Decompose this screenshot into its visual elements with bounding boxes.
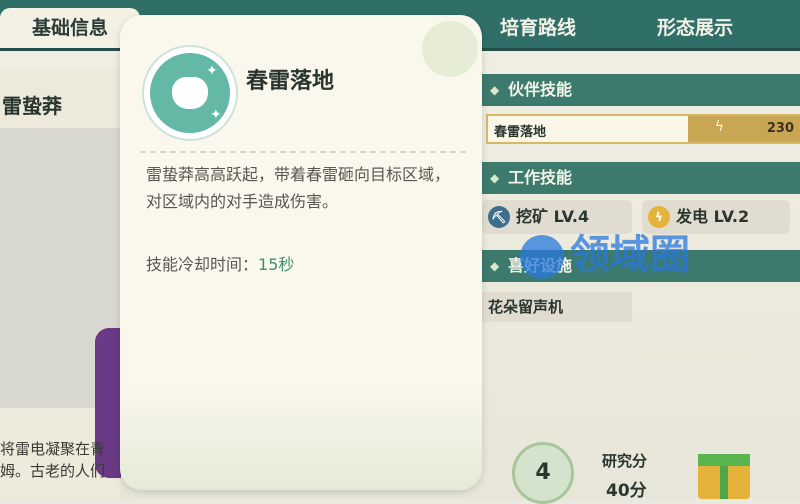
research-score: 40分 [606, 481, 647, 501]
bear-face-icon [172, 77, 208, 109]
card-landscape-decoration [120, 380, 482, 490]
watermark-text: 领域圈 [570, 232, 690, 278]
tab-breeding-route[interactable]: 培育路线 [478, 8, 598, 48]
pet-description: 将雷电凝聚在青 姆。古老的人们 [0, 438, 120, 482]
skill-icon: ✦ ✦ [142, 45, 238, 141]
pet-portrait [0, 128, 121, 478]
tab-basic-info[interactable]: 基础信息 [0, 8, 140, 48]
favorite-facility-item[interactable]: 花朵留声机 [482, 292, 632, 322]
work-skill-header: 工作技能 [482, 162, 800, 194]
skill-cooldown: 技能冷却时间：15秒 [146, 251, 294, 275]
pickaxe-icon: ⛏ [488, 206, 510, 228]
pet-name: 雷蛰莽 [2, 94, 62, 118]
partner-skill-row[interactable]: 春雷落地 ϟ 230 [486, 114, 800, 144]
lightning-icon: ϟ [714, 119, 724, 135]
star-icon: ✦ [210, 107, 222, 123]
skill-icon-badge: ✦ ✦ [150, 53, 230, 133]
skill-detail-popup[interactable]: ✦ ✦ 春雷落地 雷蛰莽高高跃起，带着春雷砸向目标区域，对区域内的对手造成伤害。… [120, 15, 482, 490]
mascot-deco-icon [422, 21, 478, 77]
skills-panel: 伙伴技能 春雷落地 ϟ 230 工作技能 喜好设施 [470, 68, 800, 499]
partner-skill-header: 伙伴技能 [482, 74, 800, 106]
gift-box-icon[interactable] [698, 454, 750, 499]
research-label: 研究分 [602, 452, 648, 470]
watermark-logo-icon [520, 235, 564, 279]
watermark: 领域圈 [520, 222, 690, 279]
skill-title: 春雷落地 [246, 69, 335, 94]
tab-form-display[interactable]: 形态展示 [630, 8, 760, 48]
star-icon: ✦ [206, 63, 218, 79]
skill-description: 雷蛰莽高高跃起，带着春雷砸向目标区域，对区域内的对手造成伤害。 [146, 165, 451, 211]
divider [140, 151, 466, 153]
pet-description-line: 将雷电凝聚在青 [0, 440, 106, 458]
partner-skill-value: 230 [766, 121, 794, 136]
research-level-badge: 4 [512, 442, 574, 504]
partner-skill-name: 春雷落地 [494, 125, 547, 140]
research-panel: 4 研究分 40分 [512, 440, 772, 504]
pet-description-line: 姆。古老的人们 [0, 462, 106, 480]
cooldown-label: 技能冷却时间： [146, 255, 259, 274]
cooldown-value: 15秒 [258, 255, 295, 274]
